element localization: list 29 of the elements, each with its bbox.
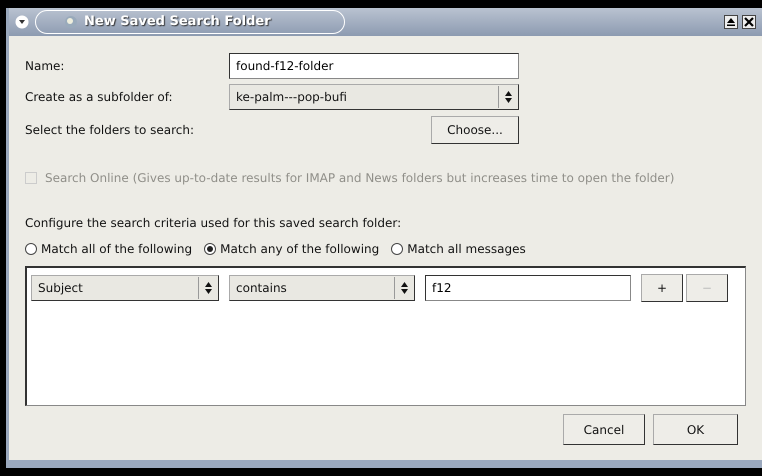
choose-button[interactable]: Choose... bbox=[431, 116, 519, 144]
spin-arrows-icon bbox=[205, 282, 212, 294]
eject-icon bbox=[726, 17, 736, 27]
spin-arrows-icon bbox=[505, 90, 512, 102]
dialog-button[interactable]: OK bbox=[653, 414, 738, 445]
criteria-label: Configure the search criteria used for this saved search folder: bbox=[25, 215, 402, 232]
name-label: Name: bbox=[25, 58, 66, 74]
radio-button[interactable] bbox=[391, 243, 404, 255]
name-field[interactable]: found-f12-folder bbox=[229, 52, 519, 78]
spin-arrows-icon bbox=[401, 282, 408, 294]
search-online-label: Search Online (Gives up-to-date results for IMAP and News folders but increases time to open the folder) bbox=[45, 170, 674, 187]
folders-label: Select the folders to search: bbox=[25, 122, 196, 139]
close-button[interactable] bbox=[742, 15, 756, 29]
radio-label[interactable]: Match all of the following bbox=[41, 240, 192, 258]
radio-label[interactable]: Match all messages bbox=[407, 240, 526, 258]
operator-dropdown[interactable]: contains bbox=[229, 275, 415, 301]
subfolder-dropdown[interactable]: ke-palm---pop-bufi bbox=[229, 84, 519, 110]
window-title: New Saved Search Folder bbox=[84, 13, 271, 32]
value-field[interactable]: f12 bbox=[425, 275, 631, 301]
radio-button[interactable] bbox=[25, 243, 37, 255]
radio-label[interactable]: Match any of the following bbox=[220, 240, 380, 258]
subfolder-label: Create as a subfolder of: bbox=[25, 88, 174, 106]
radio-button[interactable] bbox=[204, 243, 216, 255]
add-button[interactable]: + bbox=[641, 274, 683, 302]
shade-button[interactable] bbox=[724, 15, 738, 29]
field-dropdown[interactable]: Subject bbox=[31, 275, 219, 301]
close-icon bbox=[744, 17, 754, 27]
menu-icon[interactable] bbox=[15, 15, 29, 29]
dialog-button[interactable]: Cancel bbox=[563, 414, 645, 445]
